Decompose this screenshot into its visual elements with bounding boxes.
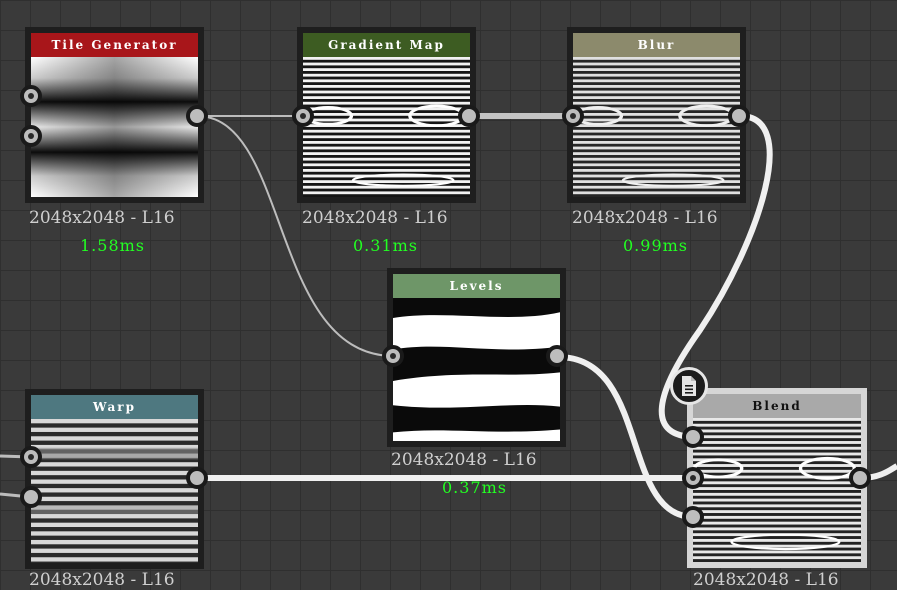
node-resolution: 2048x2048 - L16: [29, 570, 175, 590]
node-header: Blend: [693, 394, 861, 418]
document-icon[interactable]: [670, 367, 708, 405]
node-header: Levels: [393, 274, 560, 298]
node-levels[interactable]: Levels: [382, 268, 568, 447]
input-port[interactable]: [382, 345, 404, 367]
node-warp[interactable]: Warp: [20, 389, 208, 569]
output-port[interactable]: [546, 345, 568, 367]
input-port[interactable]: [682, 467, 704, 489]
node-resolution: 2048x2048 - L16: [693, 570, 839, 590]
input-port[interactable]: [682, 426, 704, 448]
output-port[interactable]: [728, 105, 750, 127]
node-timing: 1.58ms: [80, 236, 146, 255]
node-timing: 0.37ms: [442, 478, 508, 497]
node-thumbnail: [31, 57, 198, 197]
node-header: Warp: [31, 395, 198, 419]
output-port[interactable]: [186, 467, 208, 489]
output-port[interactable]: [458, 105, 480, 127]
input-port[interactable]: [20, 85, 42, 107]
node-timing: 0.31ms: [353, 236, 419, 255]
output-port[interactable]: [186, 105, 208, 127]
node-header: Blur: [573, 33, 740, 57]
node-header: Gradient Map: [303, 33, 470, 57]
input-port[interactable]: [20, 446, 42, 468]
node-thumbnail: [573, 57, 740, 197]
node-resolution: 2048x2048 - L16: [302, 208, 448, 228]
node-gradient-map[interactable]: Gradient Map: [292, 27, 480, 203]
input-port[interactable]: [292, 105, 314, 127]
input-port[interactable]: [20, 125, 42, 147]
input-port[interactable]: [682, 506, 704, 528]
node-resolution: 2048x2048 - L16: [29, 208, 175, 228]
input-port[interactable]: [562, 105, 584, 127]
document-icon-glyph: [682, 376, 696, 396]
node-thumbnail: [693, 418, 861, 562]
node-thumbnail: [393, 298, 560, 441]
input-port[interactable]: [20, 486, 42, 508]
node-thumbnail: [303, 57, 470, 197]
node-thumbnail: [31, 419, 198, 563]
node-blur[interactable]: Blur: [562, 27, 750, 203]
node-header: Tile Generator: [31, 33, 198, 57]
node-resolution: 2048x2048 - L16: [572, 208, 718, 228]
node-tile-generator[interactable]: Tile Generator: [20, 27, 208, 203]
node-timing: 0.99ms: [623, 236, 689, 255]
node-resolution: 2048x2048 - L16: [391, 450, 537, 470]
node-blend[interactable]: Blend: [682, 388, 871, 568]
output-port[interactable]: [849, 467, 871, 489]
